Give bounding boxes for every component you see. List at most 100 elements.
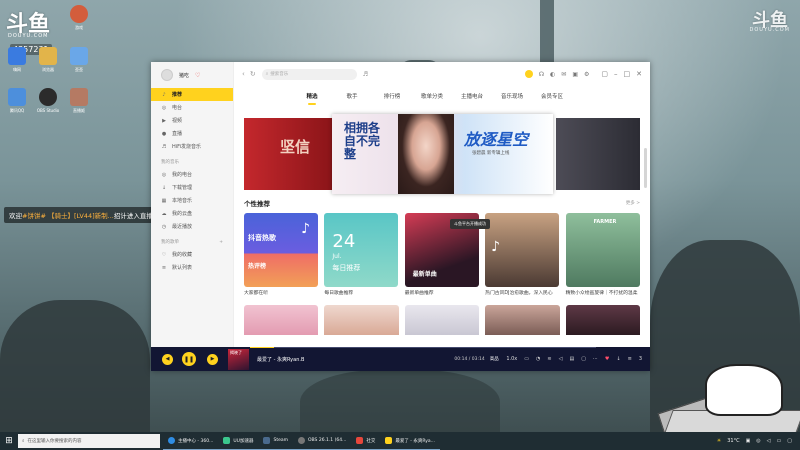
sidebar-item-local[interactable]: ▦ 本地音乐 (151, 194, 233, 207)
add-playlist-icon[interactable]: + (219, 240, 223, 245)
now-playing-cover[interactable]: 揭晓了 (228, 348, 249, 370)
sidebar-item-favorites[interactable]: ♡ 我的收藏 (151, 248, 233, 261)
more-icon[interactable]: ⋯ (593, 356, 598, 362)
user-name[interactable]: 猪吃 (179, 72, 189, 79)
sidebar-item-hifi[interactable]: ♬ HiFi发烧音乐 (151, 140, 233, 153)
effect-icon[interactable]: ◔ (536, 356, 540, 362)
volume-icon[interactable]: ◁ (559, 356, 563, 362)
banner-next[interactable] (556, 118, 640, 190)
sidebar-item-recent[interactable]: ◷ 最近播放 (151, 220, 233, 233)
tab-playlists[interactable]: 歌单分类 (412, 92, 452, 100)
banner-prev[interactable]: 坚信 (244, 118, 334, 190)
headphone-icon[interactable]: ☊ (539, 71, 544, 78)
tray-app-icon[interactable]: ◎ (756, 438, 760, 444)
tab-singers[interactable]: 歌手 (332, 92, 372, 100)
search-input[interactable]: ⌕ 搜索音乐 (261, 68, 357, 80)
playlist-card[interactable] (485, 305, 560, 335)
desktop-icon[interactable]: 浏览器 (33, 47, 63, 73)
tab-featured[interactable]: 精选 (292, 92, 332, 105)
maximize-icon[interactable]: □ (624, 70, 631, 78)
desktop-icon[interactable]: 直播姬 (64, 88, 94, 114)
tab-radio-hosts[interactable]: 主播电台 (452, 92, 492, 100)
sidebar-item-live[interactable]: ● 直播 (151, 127, 233, 140)
card-caption[interactable]: 热门古风DJ治愈歌曲，深入民心 (485, 291, 559, 297)
taskbar-app[interactable]: Steam (258, 432, 293, 450)
sidebar-item-radio[interactable]: ◎ 电台 (151, 101, 233, 114)
playlist-card[interactable]: 24 Jul. 每日推荐 每日歌曲推荐 (324, 213, 399, 297)
avatar[interactable] (161, 69, 173, 81)
mv-icon[interactable]: ▭ (524, 356, 529, 362)
tab-vip-zone[interactable]: 会员专区 (532, 92, 572, 100)
scrollbar[interactable] (644, 148, 647, 188)
download-icon[interactable]: ↓ (616, 356, 620, 362)
sq-icon[interactable]: ▤ (569, 356, 574, 362)
sidebar-item-video[interactable]: ▶ 视频 (151, 114, 233, 127)
voice-search-icon[interactable]: ♬ (363, 71, 368, 78)
speed-button[interactable]: 1.0x (506, 356, 517, 362)
more-link[interactable]: 更多 > (626, 200, 640, 206)
taskbar-app[interactable]: 社交 (351, 432, 381, 450)
desktop-icon[interactable]: 腾讯QQ (2, 88, 32, 114)
calendar-month: Jul. (332, 253, 342, 260)
playlist-icon[interactable]: ≡ (628, 356, 632, 362)
like-icon[interactable]: ♥ (605, 356, 609, 362)
close-icon[interactable]: ✕ (636, 70, 642, 78)
sidebar-item-recommend[interactable]: ♪ 推荐 (151, 88, 233, 101)
desktop-icon[interactable]: 嗨网 (2, 47, 32, 73)
back-icon[interactable]: ‹ (242, 70, 245, 78)
playlist-card[interactable] (244, 305, 319, 335)
track-title[interactable]: 最爱了 - 永爽Ryan.B (257, 356, 304, 363)
minimize-icon[interactable]: – (614, 70, 618, 78)
playlist-card[interactable] (565, 305, 640, 335)
skin-icon[interactable]: ◐ (550, 71, 555, 78)
weather-temp[interactable]: 31°C (727, 438, 739, 444)
calendar-label: 每日推荐 (332, 264, 361, 272)
sidebar-item-cloud[interactable]: ☁ 我的云盘 (151, 207, 233, 220)
card-caption[interactable]: 大家都在听 (244, 291, 318, 297)
playlist-card[interactable]: ♪ 热门古风DJ治愈歌曲，深入民心 (485, 213, 560, 297)
banner-carousel[interactable]: 坚信 相拥各自不完整 放逐星空 张碧晨 新专辑上线 (244, 114, 640, 194)
playlist-card[interactable]: FARMER 精致小众绘画旋律｜不打扰的温柔 (565, 213, 640, 297)
taskbar-app[interactable]: 最爱了 - 永爽Rya... (380, 432, 440, 450)
notification-icon[interactable]: ▢ (787, 438, 792, 444)
tab-live-music[interactable]: 音乐现场 (492, 92, 532, 100)
prev-button[interactable]: ◀ (162, 353, 173, 365)
vip-icon[interactable]: ♡ (195, 72, 200, 79)
desktop-icon[interactable]: 游戏 (64, 5, 94, 31)
taskbar-app[interactable]: UU加速器 (218, 432, 259, 450)
settings-icon[interactable]: ⚙ (584, 71, 589, 78)
tray-app-icon[interactable]: ▣ (746, 438, 751, 444)
banner-main[interactable]: 相拥各自不完整 放逐星空 张碧晨 新专辑上线 (332, 114, 553, 194)
playlist-card[interactable]: 抖音热歌 ♪ 热评榜 大家都在听 (244, 213, 318, 297)
tab-charts[interactable]: 排行榜 (372, 92, 412, 100)
sidebar-item-default-list[interactable]: ≡ 默认列表 (151, 261, 233, 274)
windows-start-icon[interactable]: ⊞ (0, 436, 18, 446)
gift-icon[interactable]: ▣ (572, 71, 578, 78)
desktop-icon[interactable]: OBS Studio (33, 88, 63, 113)
weather-icon[interactable]: ☀ (717, 438, 721, 444)
playlist-card[interactable] (404, 305, 480, 335)
taskbar-app[interactable]: 主播中心 - 360... (163, 432, 219, 450)
card-caption[interactable]: 每日歌曲推荐 (324, 291, 398, 297)
taskbar-search[interactable]: ⌕ 在这里输入你要搜索的内容 (18, 434, 160, 448)
card-caption[interactable]: 最新单曲推荐 (405, 291, 479, 297)
progress-bar[interactable] (250, 347, 596, 348)
refresh-icon[interactable]: ↻ (250, 70, 256, 78)
mini-mode-icon[interactable]: ▢ (601, 70, 608, 78)
pause-button[interactable]: ❚❚ (182, 352, 196, 366)
desktop-icon[interactable]: 歪歪 (64, 47, 94, 73)
card-caption[interactable]: 精致小众绘画旋律｜不打扰的温柔 (566, 291, 640, 297)
next-button[interactable]: ▶ (207, 353, 218, 365)
sidebar-item-downloads[interactable]: ↓ 下载管理 (151, 181, 233, 194)
network-icon[interactable]: ▭ (777, 438, 782, 444)
comment-icon[interactable]: ▢ (581, 356, 586, 362)
sidebar-item-my-radio[interactable]: ◎ 我的电台 (151, 168, 233, 181)
vip-badge-icon[interactable] (524, 70, 533, 78)
tooltip: 斗鱼平台开播成功 (450, 219, 490, 229)
lyrics-icon[interactable]: ≋ (547, 356, 551, 362)
mail-icon[interactable]: ✉ (561, 71, 566, 78)
playlist-card[interactable] (324, 305, 399, 335)
quality-badge[interactable]: 高品 (490, 356, 499, 362)
taskbar-app[interactable]: OBS 26.1.1 (64... (293, 432, 352, 450)
volume-icon[interactable]: ◁ (767, 438, 771, 444)
